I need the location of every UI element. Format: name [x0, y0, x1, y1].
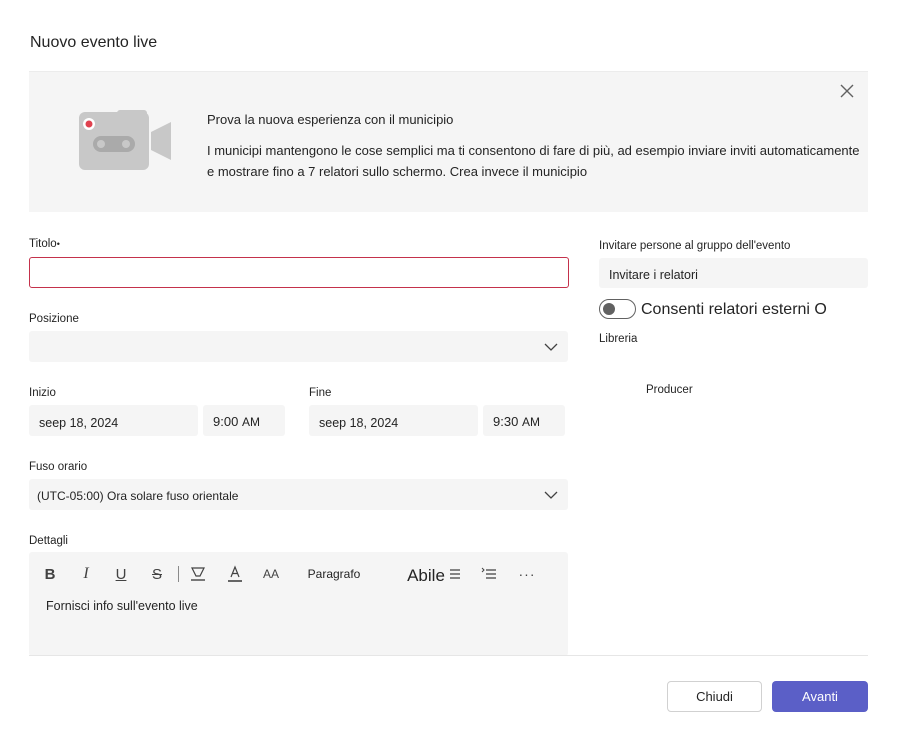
start-time-picker[interactable]: 9:00 AM: [203, 405, 285, 436]
details-editor[interactable]: B I U S AA Paragrafo Abile ··· Fornisci …: [29, 552, 568, 656]
bulleted-list-icon[interactable]: [445, 564, 463, 584]
close-button[interactable]: Chiudi: [667, 681, 762, 712]
details-label: Dettagli: [29, 535, 68, 547]
end-time-value: 9:30 AM: [493, 414, 540, 429]
chevron-down-icon: [544, 491, 558, 499]
video-camera-icon: [79, 110, 171, 170]
required-mark: •: [56, 239, 60, 249]
toolbar-divider: [178, 566, 179, 582]
details-placeholder: Fornisci info sull'evento live: [46, 599, 198, 613]
toggle-knob: [603, 303, 615, 315]
start-time-text: 9:00: [213, 414, 239, 429]
start-date-picker[interactable]: seep 18, 2024: [29, 405, 198, 436]
timezone-label: Fuso orario: [29, 461, 88, 473]
library-label: Libreria: [599, 333, 638, 345]
underline-button[interactable]: U: [113, 564, 129, 584]
start-ampm: AM: [241, 415, 260, 429]
producer-label: Producer: [646, 384, 693, 396]
town-hall-banner: Prova la nuova esperienza con il municip…: [29, 71, 868, 212]
external-speakers-toggle[interactable]: [599, 299, 636, 319]
end-ampm: AM: [521, 415, 540, 429]
end-label: Fine: [309, 387, 332, 399]
banner-heading: Prova la nuova esperienza con il municip…: [207, 112, 454, 127]
abile-label: Abile: [407, 566, 445, 585]
invite-label: Invitare persone al gruppo dell'evento: [599, 240, 791, 252]
highlight-icon[interactable]: [189, 564, 207, 584]
title-label: Titolo•: [29, 238, 60, 250]
timezone-dropdown[interactable]: (UTC-05:00) Ora solare fuso orientale: [29, 479, 568, 510]
font-color-icon[interactable]: [226, 564, 244, 584]
end-time-text: 9:30: [493, 414, 519, 429]
start-label: Inizio: [29, 387, 56, 399]
paragraph-dropdown[interactable]: Paragrafo: [308, 564, 361, 584]
timezone-value: (UTC-05:00) Ora solare fuso orientale: [37, 489, 239, 503]
numbered-list-icon[interactable]: [480, 564, 498, 584]
invite-speakers-placeholder: Invitare i relatori: [609, 268, 698, 282]
location-dropdown[interactable]: [29, 331, 568, 362]
location-label: Posizione: [29, 313, 79, 325]
next-button[interactable]: Avanti: [772, 681, 868, 712]
close-icon[interactable]: [838, 82, 856, 100]
font-size-button[interactable]: AA: [261, 564, 281, 584]
end-time-picker[interactable]: 9:30 AM: [483, 405, 565, 436]
title-input[interactable]: [29, 257, 569, 288]
title-label-text: Titolo: [29, 238, 57, 250]
external-speakers-label: Consenti relatori esterni O: [641, 301, 827, 318]
dialog-title: Nuovo evento live: [30, 34, 158, 51]
footer-divider: [29, 655, 868, 656]
more-options-button[interactable]: ···: [517, 564, 537, 584]
strikethrough-button[interactable]: S: [149, 564, 165, 584]
invite-speakers-input[interactable]: Invitare i relatori: [599, 258, 868, 288]
italic-button[interactable]: I: [79, 564, 93, 584]
chevron-down-icon: [544, 343, 558, 351]
end-date-picker[interactable]: seep 18, 2024: [309, 405, 478, 436]
start-time-value: 9:00 AM: [213, 414, 260, 429]
bold-button[interactable]: B: [43, 564, 57, 584]
end-date-value: seep 18, 2024: [319, 416, 399, 430]
start-date-value: seep 18, 2024: [39, 416, 119, 430]
banner-body: I municipi mantengono le cose semplici m…: [207, 143, 860, 179]
